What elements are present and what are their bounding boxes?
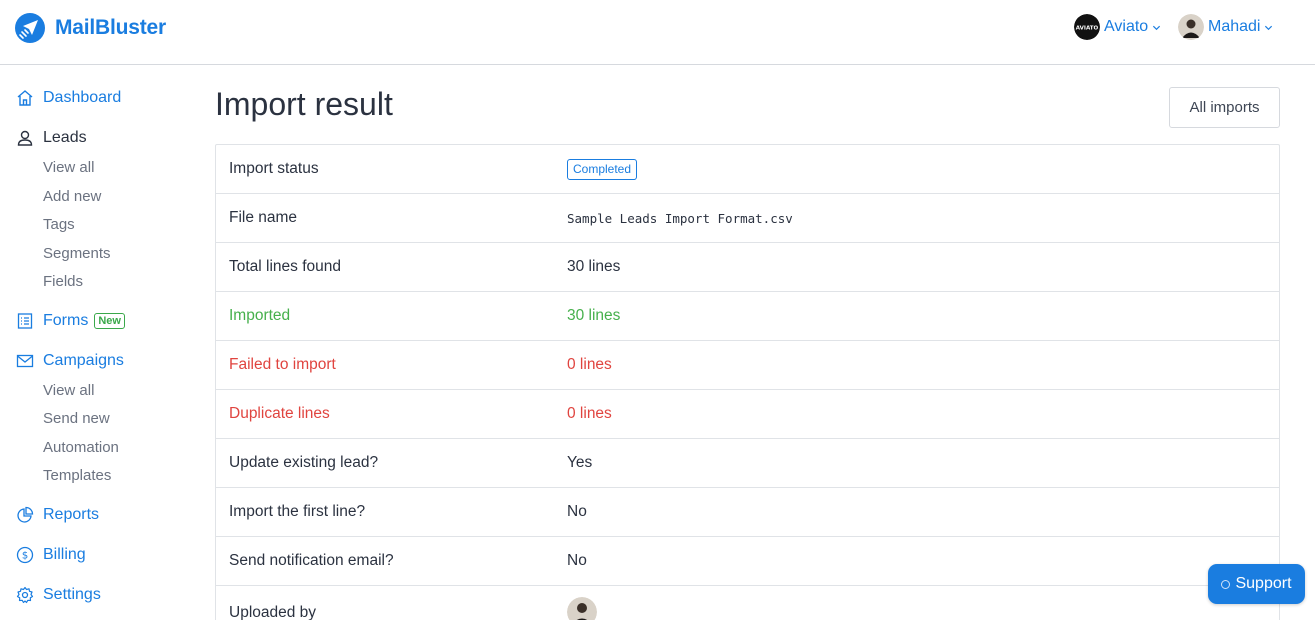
app-name: MailBluster	[55, 16, 166, 40]
row-label: Import status	[216, 160, 567, 178]
table-row-import-first-line: Import the first line? No	[216, 488, 1279, 537]
user-avatar	[1178, 14, 1204, 40]
sidebar-item-label: Reports	[43, 506, 99, 524]
sidebar-item-billing[interactable]: $ Billing	[16, 546, 86, 564]
sidebar-subitem-campaigns-automation[interactable]: Automation	[43, 439, 119, 456]
sidebar: Dashboard Leads View all Add new Tags Se…	[0, 65, 190, 620]
new-badge: New	[94, 313, 125, 329]
table-row-update-existing: Update existing lead? Yes	[216, 439, 1279, 488]
sidebar-item-campaigns[interactable]: Campaigns	[16, 352, 124, 370]
svg-text:$: $	[22, 551, 28, 562]
row-label: Failed to import	[216, 356, 567, 374]
support-label: Support	[1235, 575, 1291, 593]
top-bar: MailBluster AVIATO Aviato Mahadi	[0, 0, 1315, 65]
sidebar-item-label: Dashboard	[43, 89, 121, 107]
sidebar-item-dashboard[interactable]: Dashboard	[16, 89, 121, 107]
envelope-icon	[16, 352, 34, 370]
row-value: No	[567, 552, 587, 570]
row-value: 0 lines	[567, 405, 612, 423]
sidebar-item-label: Campaigns	[43, 352, 124, 370]
row-label: Imported	[216, 307, 567, 325]
row-label: Total lines found	[216, 258, 567, 276]
row-value: 30 lines	[567, 307, 620, 325]
home-icon	[16, 89, 34, 107]
table-row-notification: Send notification email? No	[216, 537, 1279, 586]
sidebar-item-label: Forms	[43, 312, 88, 330]
table-row-failed: Failed to import 0 lines	[216, 341, 1279, 390]
sidebar-item-settings[interactable]: Settings	[16, 586, 101, 604]
logo[interactable]: MailBluster	[14, 12, 166, 44]
row-value: 0 lines	[567, 356, 612, 374]
sidebar-subitem-leads-fields[interactable]: Fields	[43, 273, 83, 290]
account-switcher[interactable]: AVIATO Aviato	[1074, 14, 1161, 40]
page-title: Import result	[215, 86, 393, 123]
account-name: Aviato	[1104, 18, 1148, 36]
row-label: Import the first line?	[216, 503, 567, 521]
logo-icon	[14, 12, 46, 44]
uploader-avatar	[567, 597, 597, 620]
table-row-imported: Imported 30 lines	[216, 292, 1279, 341]
sidebar-subitem-campaigns-templates[interactable]: Templates	[43, 467, 111, 484]
import-result-table: Import status Completed File name Sample…	[215, 144, 1280, 620]
row-label: File name	[216, 209, 567, 227]
support-icon	[1221, 580, 1230, 589]
table-row-file-name: File name Sample Leads Import Format.csv	[216, 194, 1279, 243]
gear-icon	[16, 586, 34, 604]
row-value: No	[567, 503, 587, 521]
row-value: 30 lines	[567, 258, 620, 276]
row-label: Send notification email?	[216, 552, 567, 570]
sidebar-item-label: Settings	[43, 586, 101, 604]
sidebar-item-forms[interactable]: Forms New	[16, 312, 125, 330]
row-label: Duplicate lines	[216, 405, 567, 423]
pie-chart-icon	[16, 506, 34, 524]
svg-text:AVIATO: AVIATO	[1076, 26, 1099, 32]
status-badge: Completed	[567, 159, 637, 180]
sidebar-subitem-campaigns-view-all[interactable]: View all	[43, 382, 94, 399]
user-name: Mahadi	[1208, 18, 1260, 36]
sidebar-subitem-leads-view-all[interactable]: View all	[43, 159, 94, 176]
row-label: Uploaded by	[216, 604, 567, 620]
table-row-duplicate: Duplicate lines 0 lines	[216, 390, 1279, 439]
user-icon	[16, 129, 34, 147]
sidebar-subitem-leads-tags[interactable]: Tags	[43, 216, 75, 233]
all-imports-button[interactable]: All imports	[1169, 87, 1280, 128]
row-label: Update existing lead?	[216, 454, 567, 472]
table-row-import-status: Import status Completed	[216, 145, 1279, 194]
sidebar-subitem-leads-segments[interactable]: Segments	[43, 245, 111, 262]
file-name-value: Sample Leads Import Format.csv	[567, 211, 793, 226]
sidebar-item-label: Leads	[43, 129, 87, 147]
chevron-down-icon	[1152, 23, 1161, 32]
support-button[interactable]: Support	[1208, 564, 1305, 604]
sidebar-item-label: Billing	[43, 546, 86, 564]
list-icon	[16, 312, 34, 330]
sidebar-item-leads[interactable]: Leads	[16, 129, 87, 147]
row-value: Yes	[567, 454, 592, 472]
account-avatar: AVIATO	[1074, 14, 1100, 40]
sidebar-subitem-campaigns-send-new[interactable]: Send new	[43, 410, 110, 427]
chevron-down-icon	[1264, 23, 1273, 32]
sidebar-subitem-leads-add-new[interactable]: Add new	[43, 188, 101, 205]
sidebar-item-reports[interactable]: Reports	[16, 506, 99, 524]
dollar-icon: $	[16, 546, 34, 564]
table-row-total-lines: Total lines found 30 lines	[216, 243, 1279, 292]
table-row-uploaded-by: Uploaded by	[216, 586, 1279, 620]
user-menu[interactable]: Mahadi	[1178, 14, 1273, 40]
